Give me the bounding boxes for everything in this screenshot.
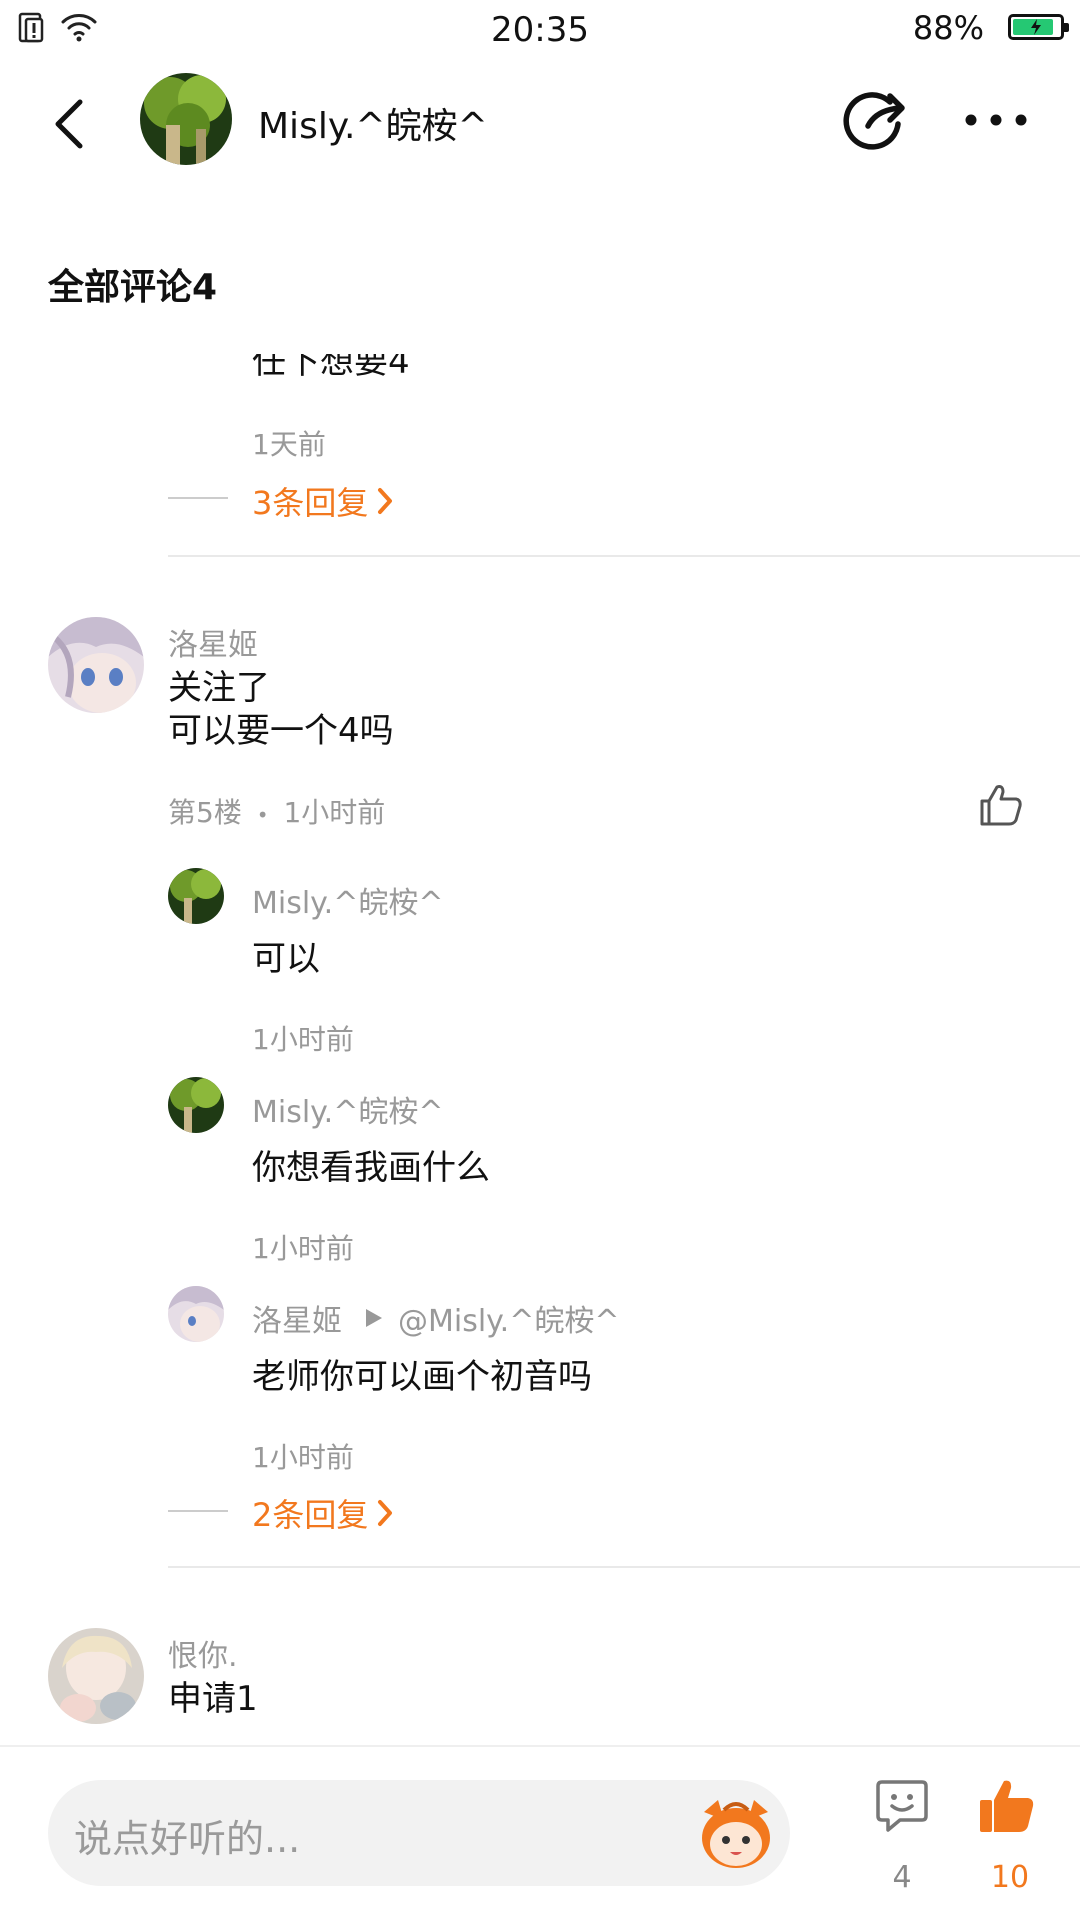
header-username[interactable]: Misly.^皖桉^ <box>258 97 488 149</box>
reply-divider <box>168 497 228 499</box>
reply-avatar[interactable] <box>168 1077 224 1133</box>
reply-avatar[interactable] <box>168 868 224 924</box>
battery-percent: 88% <box>912 9 984 47</box>
like-count: 10 <box>990 1860 1030 1895</box>
view-replies-label: 2条回复 <box>252 1496 369 1534</box>
comment-time: 1小时前 <box>283 796 386 829</box>
chevron-right-icon <box>378 488 393 514</box>
comment-icon <box>876 1780 928 1832</box>
comment-separator <box>168 555 1080 557</box>
like-filled-icon <box>980 1780 1034 1832</box>
mascot-emoji-icon[interactable] <box>694 1792 778 1872</box>
reply-username[interactable]: Misly.^皖桉^ <box>252 878 443 922</box>
comment-text: 申请1 <box>168 1679 258 1719</box>
partial-comment-text: 任下想要4 <box>252 354 410 376</box>
reply-header: 洛星姬 @Misly.^皖桉^ <box>252 1296 619 1340</box>
reply-time: 1小时前 <box>252 1023 354 1056</box>
comment-text-line2: 可以要一个4吗 <box>168 711 394 751</box>
status-bar: 20:35 88% <box>0 0 1080 60</box>
commenter-avatar[interactable] <box>48 1628 144 1724</box>
comment-input-placeholder: 说点好听的... <box>74 1817 301 1861</box>
header-avatar[interactable] <box>140 73 232 165</box>
battery-icon <box>1008 14 1069 40</box>
chevron-right-icon <box>378 1500 393 1526</box>
more-icon[interactable] <box>964 112 1028 128</box>
commenter-username[interactable]: 恨你. <box>168 1631 238 1675</box>
reply-time: 1小时前 <box>252 1441 354 1474</box>
reply-avatar[interactable] <box>168 1286 224 1342</box>
floor-number: 第5楼 <box>168 796 242 829</box>
comment-meta: 第5楼 • 1小时前 <box>168 791 385 831</box>
commenter-username[interactable]: 洛星姬 <box>168 620 258 664</box>
comment-count: 4 <box>892 1860 912 1895</box>
reply-time: 1小时前 <box>252 1232 354 1265</box>
reply-to-mention[interactable]: @Misly.^皖桉^ <box>398 1296 619 1340</box>
comment-text-line1: 关注了 <box>168 668 270 708</box>
reply-text: 你想看我画什么 <box>252 1148 490 1188</box>
share-icon[interactable] <box>842 90 908 152</box>
back-icon[interactable] <box>50 98 90 150</box>
reply-text: 老师你可以画个初音吗 <box>252 1357 592 1397</box>
comments-section-title: 全部评论4 <box>48 267 218 308</box>
reply-username[interactable]: 洛星姬 <box>252 1296 342 1340</box>
like-count-button[interactable]: 10 <box>968 1778 1052 1898</box>
reply-arrow-icon <box>366 1309 382 1327</box>
view-replies-label: 3条回复 <box>252 484 369 522</box>
thumbs-up-icon[interactable] <box>978 783 1024 827</box>
commenter-avatar[interactable] <box>48 617 144 713</box>
reply-username[interactable]: Misly.^皖桉^ <box>252 1087 443 1131</box>
comment-input[interactable]: 说点好听的... <box>48 1780 790 1886</box>
view-replies-link[interactable]: 2条回复 <box>252 1490 396 1536</box>
comment-count-button[interactable]: 4 <box>860 1778 944 1898</box>
comment-separator <box>168 1566 1080 1568</box>
view-replies-link[interactable]: 3条回复 <box>252 478 396 524</box>
reply-text: 可以 <box>252 939 320 979</box>
partial-comment-time: 1天前 <box>252 428 326 461</box>
partial-comment-clip: 任下想要4 <box>252 354 752 376</box>
meta-dot: • <box>256 803 269 827</box>
reply-divider <box>168 1510 228 1512</box>
